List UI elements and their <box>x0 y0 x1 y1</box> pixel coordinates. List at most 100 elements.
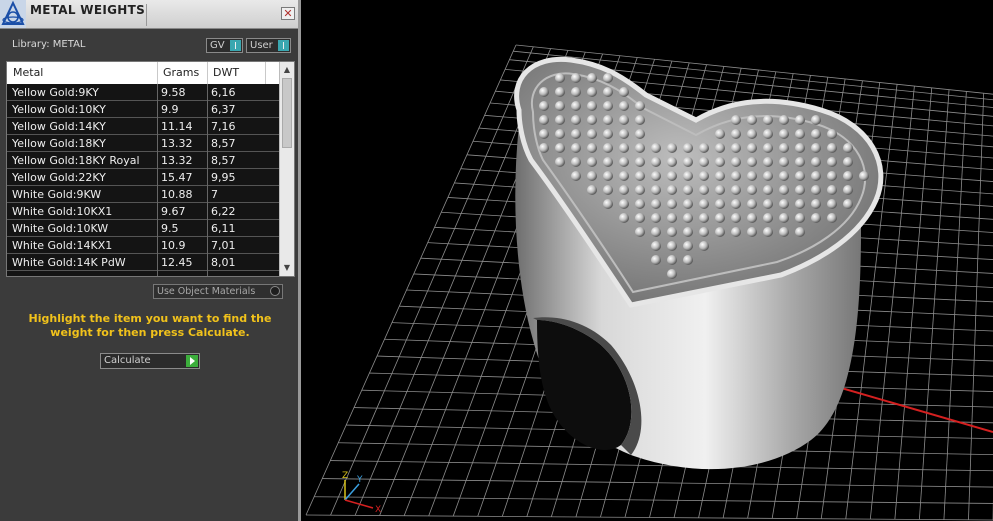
metal-cell: White Gold:10KW <box>12 222 109 235</box>
table-row[interactable]: Yellow Gold:9KY 9.58 6,16 <box>7 84 279 101</box>
pave-stone <box>587 101 597 111</box>
table-row[interactable]: Yellow Gold:22KY 15.47 9,95 <box>7 169 279 186</box>
pave-stone <box>603 199 613 209</box>
pave-stone <box>651 227 661 237</box>
pave-stone <box>683 255 693 265</box>
pave-stone <box>795 213 805 223</box>
metal-table: Metal Grams DWT Yellow Gold:9KY 9.58 6,16 … <box>6 61 295 277</box>
gv-toggle[interactable]: GV <box>206 38 243 53</box>
pave-stone <box>763 143 773 153</box>
calculate-button[interactable]: Calculate <box>100 353 200 369</box>
pave-stone <box>651 171 661 181</box>
metal-weights-panel: METAL WEIGHTS ✕ Library: METAL GV User M… <box>0 0 301 521</box>
pave-stone <box>667 213 677 223</box>
table-row[interactable]: Yellow Gold:18KY 13.32 8,57 <box>7 135 279 152</box>
pave-stone <box>635 157 645 167</box>
table-row[interactable]: White Gold:14K PdW 12.45 8,01 <box>7 254 279 271</box>
pave-stone <box>715 157 725 167</box>
pave-stone <box>763 213 773 223</box>
pave-stone <box>731 213 741 223</box>
grid-line <box>322 478 993 488</box>
pave-stone <box>667 157 677 167</box>
pave-stone <box>603 185 613 195</box>
pave-stone <box>779 171 789 181</box>
pave-stone <box>667 269 677 279</box>
scroll-down-arrow-icon[interactable]: ▼ <box>281 262 293 274</box>
pave-stone <box>731 143 741 153</box>
toggle-switch-icon <box>278 40 289 51</box>
grid-line <box>305 44 517 516</box>
pave-stone <box>795 227 805 237</box>
pave-stone <box>603 171 613 181</box>
pave-stone <box>667 227 677 237</box>
column-header-dwt[interactable]: DWT <box>213 66 239 79</box>
pave-stone <box>779 157 789 167</box>
table-row[interactable]: White Gold:9KW 10.88 7 <box>7 186 279 203</box>
pave-stone <box>571 143 581 153</box>
dwt-cell: 8,57 <box>211 154 236 167</box>
pave-stone <box>795 129 805 139</box>
table-scrollbar[interactable]: ▲ ▼ <box>279 62 294 276</box>
user-toggle[interactable]: User <box>246 38 291 53</box>
pave-stone <box>555 157 565 167</box>
pave-stone <box>747 129 757 139</box>
panel-titlebar[interactable]: METAL WEIGHTS ✕ <box>0 0 298 29</box>
pave-stone <box>683 157 693 167</box>
pave-stone <box>827 213 837 223</box>
close-button[interactable]: ✕ <box>281 7 295 20</box>
pave-stone <box>635 115 645 125</box>
dwt-cell: 6,11 <box>211 222 236 235</box>
pave-stone <box>619 171 629 181</box>
ring-model[interactable] <box>514 56 884 470</box>
grams-cell: 15.47 <box>161 171 193 184</box>
dwt-cell: 8,01 <box>211 256 236 269</box>
dwt-cell: 7,01 <box>211 239 236 252</box>
dwt-cell: 9,95 <box>211 171 236 184</box>
metal-cell: White Gold:14KX1 <box>12 239 113 252</box>
table-row[interactable]: Yellow Gold:14KY 11.14 7,16 <box>7 118 279 135</box>
pave-stone <box>635 101 645 111</box>
pave-stone <box>795 171 805 181</box>
pave-stone <box>763 199 773 209</box>
column-header-metal[interactable]: Metal <box>13 66 43 79</box>
pave-stone <box>827 157 837 167</box>
pave-stone <box>731 227 741 237</box>
pave-stone <box>699 143 709 153</box>
table-row[interactable]: White Gold:14KX1 10.9 7,01 <box>7 237 279 254</box>
3d-viewport[interactable]: Z Y X <box>301 0 993 521</box>
scrollbar-thumb[interactable] <box>282 78 292 148</box>
pave-stone <box>571 87 581 97</box>
metal-cell: Yellow Gold:10KY <box>12 103 106 116</box>
pave-stone <box>731 157 741 167</box>
pave-stone <box>619 213 629 223</box>
pave-stone <box>843 157 853 167</box>
table-row[interactable]: White Gold:10KX1 9.67 6,22 <box>7 203 279 220</box>
metal-cell: Yellow Gold:18KY Royal <box>12 154 140 167</box>
pave-stone <box>747 213 757 223</box>
metal-cell: White Gold:14K PdW <box>12 256 126 269</box>
table-row-partial[interactable] <box>7 271 279 276</box>
pave-stone <box>619 87 629 97</box>
pave-stone <box>619 101 629 111</box>
pave-stone <box>795 157 805 167</box>
column-header-grams[interactable]: Grams <box>163 66 199 79</box>
pave-stone <box>811 213 821 223</box>
dwt-cell: 7 <box>211 188 218 201</box>
pave-stone <box>651 241 661 251</box>
pave-stone <box>587 115 597 125</box>
pave-stone <box>587 143 597 153</box>
pave-stone <box>699 213 709 223</box>
axis-gizmo: Z Y X <box>342 471 381 515</box>
use-object-materials-toggle[interactable]: Use Object Materials <box>153 284 283 299</box>
table-row[interactable]: Yellow Gold:10KY 9.9 6,37 <box>7 101 279 118</box>
pave-stone <box>811 199 821 209</box>
table-row[interactable]: Yellow Gold:18KY Royal 13.32 8,57 <box>7 152 279 169</box>
table-row[interactable]: White Gold:10KW 9.5 6,11 <box>7 220 279 237</box>
pave-stone <box>747 227 757 237</box>
scroll-up-arrow-icon[interactable]: ▲ <box>281 64 293 76</box>
pave-stone <box>811 129 821 139</box>
pave-stone <box>699 157 709 167</box>
pave-stone <box>635 185 645 195</box>
pave-stone <box>795 143 805 153</box>
grams-cell: 13.32 <box>161 137 193 150</box>
